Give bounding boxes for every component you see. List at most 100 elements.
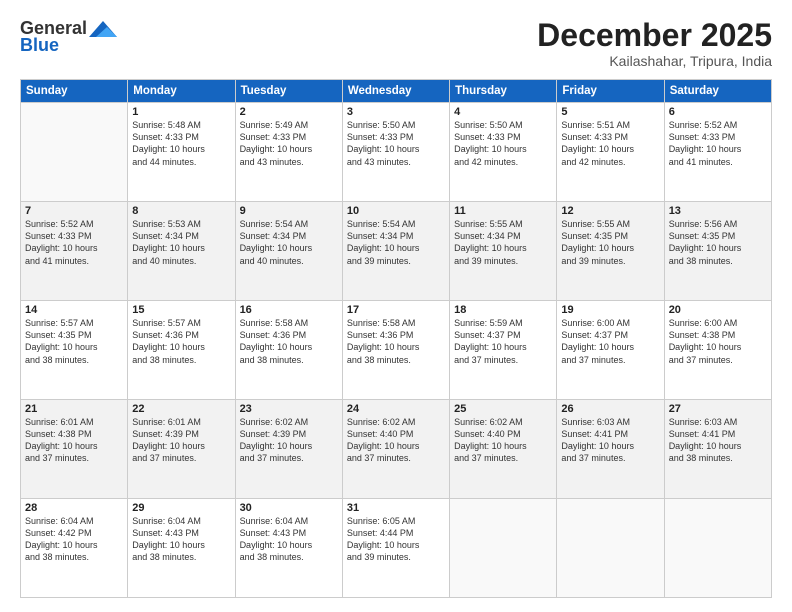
calendar-cell: 26Sunrise: 6:03 AM Sunset: 4:41 PM Dayli…: [557, 400, 664, 499]
day-number: 16: [240, 304, 338, 316]
day-info: Sunrise: 5:55 AM Sunset: 4:35 PM Dayligh…: [561, 218, 659, 267]
day-info: Sunrise: 6:03 AM Sunset: 4:41 PM Dayligh…: [669, 416, 767, 465]
day-number: 18: [454, 304, 552, 316]
day-info: Sunrise: 6:04 AM Sunset: 4:42 PM Dayligh…: [25, 515, 123, 564]
day-number: 4: [454, 106, 552, 118]
day-info: Sunrise: 6:04 AM Sunset: 4:43 PM Dayligh…: [240, 515, 338, 564]
day-info: Sunrise: 6:04 AM Sunset: 4:43 PM Dayligh…: [132, 515, 230, 564]
day-info: Sunrise: 6:01 AM Sunset: 4:39 PM Dayligh…: [132, 416, 230, 465]
day-info: Sunrise: 5:53 AM Sunset: 4:34 PM Dayligh…: [132, 218, 230, 267]
day-info: Sunrise: 5:51 AM Sunset: 4:33 PM Dayligh…: [561, 119, 659, 168]
day-number: 7: [25, 205, 123, 217]
day-info: Sunrise: 5:48 AM Sunset: 4:33 PM Dayligh…: [132, 119, 230, 168]
week-row-1: 1Sunrise: 5:48 AM Sunset: 4:33 PM Daylig…: [21, 103, 772, 202]
day-number: 15: [132, 304, 230, 316]
day-info: Sunrise: 5:57 AM Sunset: 4:35 PM Dayligh…: [25, 317, 123, 366]
day-info: Sunrise: 5:55 AM Sunset: 4:34 PM Dayligh…: [454, 218, 552, 267]
calendar-cell: 23Sunrise: 6:02 AM Sunset: 4:39 PM Dayli…: [235, 400, 342, 499]
day-number: 8: [132, 205, 230, 217]
day-info: Sunrise: 6:03 AM Sunset: 4:41 PM Dayligh…: [561, 416, 659, 465]
day-number: 11: [454, 205, 552, 217]
calendar-cell: 25Sunrise: 6:02 AM Sunset: 4:40 PM Dayli…: [450, 400, 557, 499]
day-number: 23: [240, 403, 338, 415]
logo: General Blue: [20, 18, 117, 56]
calendar-cell: 7Sunrise: 5:52 AM Sunset: 4:33 PM Daylig…: [21, 202, 128, 301]
week-row-5: 28Sunrise: 6:04 AM Sunset: 4:42 PM Dayli…: [21, 499, 772, 598]
day-number: 22: [132, 403, 230, 415]
week-row-3: 14Sunrise: 5:57 AM Sunset: 4:35 PM Dayli…: [21, 301, 772, 400]
page: General Blue December 2025 Kailashahar, …: [0, 0, 792, 612]
week-row-2: 7Sunrise: 5:52 AM Sunset: 4:33 PM Daylig…: [21, 202, 772, 301]
day-number: 17: [347, 304, 445, 316]
calendar-cell: 13Sunrise: 5:56 AM Sunset: 4:35 PM Dayli…: [664, 202, 771, 301]
col-header-wednesday: Wednesday: [342, 80, 449, 103]
day-number: 19: [561, 304, 659, 316]
day-info: Sunrise: 5:56 AM Sunset: 4:35 PM Dayligh…: [669, 218, 767, 267]
day-info: Sunrise: 5:54 AM Sunset: 4:34 PM Dayligh…: [347, 218, 445, 267]
col-header-tuesday: Tuesday: [235, 80, 342, 103]
calendar-cell: 6Sunrise: 5:52 AM Sunset: 4:33 PM Daylig…: [664, 103, 771, 202]
day-number: 29: [132, 502, 230, 514]
day-number: 6: [669, 106, 767, 118]
calendar-cell: 27Sunrise: 6:03 AM Sunset: 4:41 PM Dayli…: [664, 400, 771, 499]
day-number: 2: [240, 106, 338, 118]
day-number: 13: [669, 205, 767, 217]
day-number: 3: [347, 106, 445, 118]
calendar-cell: 15Sunrise: 5:57 AM Sunset: 4:36 PM Dayli…: [128, 301, 235, 400]
day-number: 21: [25, 403, 123, 415]
header: General Blue December 2025 Kailashahar, …: [20, 18, 772, 69]
day-info: Sunrise: 5:54 AM Sunset: 4:34 PM Dayligh…: [240, 218, 338, 267]
calendar-cell: 3Sunrise: 5:50 AM Sunset: 4:33 PM Daylig…: [342, 103, 449, 202]
calendar-cell: [21, 103, 128, 202]
logo-icon: [89, 19, 117, 39]
day-info: Sunrise: 6:02 AM Sunset: 4:40 PM Dayligh…: [454, 416, 552, 465]
calendar-cell: 11Sunrise: 5:55 AM Sunset: 4:34 PM Dayli…: [450, 202, 557, 301]
calendar-cell: 19Sunrise: 6:00 AM Sunset: 4:37 PM Dayli…: [557, 301, 664, 400]
month-title: December 2025: [537, 18, 772, 53]
day-number: 9: [240, 205, 338, 217]
calendar-cell: 22Sunrise: 6:01 AM Sunset: 4:39 PM Dayli…: [128, 400, 235, 499]
day-number: 26: [561, 403, 659, 415]
col-header-sunday: Sunday: [21, 80, 128, 103]
day-info: Sunrise: 5:52 AM Sunset: 4:33 PM Dayligh…: [25, 218, 123, 267]
day-info: Sunrise: 5:57 AM Sunset: 4:36 PM Dayligh…: [132, 317, 230, 366]
day-info: Sunrise: 6:01 AM Sunset: 4:38 PM Dayligh…: [25, 416, 123, 465]
day-info: Sunrise: 6:02 AM Sunset: 4:39 PM Dayligh…: [240, 416, 338, 465]
calendar-cell: 12Sunrise: 5:55 AM Sunset: 4:35 PM Dayli…: [557, 202, 664, 301]
logo-blue: Blue: [20, 35, 59, 56]
calendar-cell: 30Sunrise: 6:04 AM Sunset: 4:43 PM Dayli…: [235, 499, 342, 598]
calendar-cell: 2Sunrise: 5:49 AM Sunset: 4:33 PM Daylig…: [235, 103, 342, 202]
day-number: 30: [240, 502, 338, 514]
col-header-thursday: Thursday: [450, 80, 557, 103]
day-info: Sunrise: 6:00 AM Sunset: 4:37 PM Dayligh…: [561, 317, 659, 366]
calendar-cell: 8Sunrise: 5:53 AM Sunset: 4:34 PM Daylig…: [128, 202, 235, 301]
day-info: Sunrise: 6:02 AM Sunset: 4:40 PM Dayligh…: [347, 416, 445, 465]
day-info: Sunrise: 5:50 AM Sunset: 4:33 PM Dayligh…: [347, 119, 445, 168]
calendar-cell: 24Sunrise: 6:02 AM Sunset: 4:40 PM Dayli…: [342, 400, 449, 499]
calendar-cell: 28Sunrise: 6:04 AM Sunset: 4:42 PM Dayli…: [21, 499, 128, 598]
calendar-table: SundayMondayTuesdayWednesdayThursdayFrid…: [20, 79, 772, 598]
col-header-saturday: Saturday: [664, 80, 771, 103]
calendar-cell: [557, 499, 664, 598]
calendar-cell: 31Sunrise: 6:05 AM Sunset: 4:44 PM Dayli…: [342, 499, 449, 598]
calendar-cell: 29Sunrise: 6:04 AM Sunset: 4:43 PM Dayli…: [128, 499, 235, 598]
calendar-cell: [450, 499, 557, 598]
calendar-cell: 9Sunrise: 5:54 AM Sunset: 4:34 PM Daylig…: [235, 202, 342, 301]
calendar-cell: 16Sunrise: 5:58 AM Sunset: 4:36 PM Dayli…: [235, 301, 342, 400]
calendar-cell: 1Sunrise: 5:48 AM Sunset: 4:33 PM Daylig…: [128, 103, 235, 202]
day-number: 5: [561, 106, 659, 118]
day-number: 25: [454, 403, 552, 415]
day-info: Sunrise: 6:05 AM Sunset: 4:44 PM Dayligh…: [347, 515, 445, 564]
calendar-cell: 21Sunrise: 6:01 AM Sunset: 4:38 PM Dayli…: [21, 400, 128, 499]
calendar-cell: 20Sunrise: 6:00 AM Sunset: 4:38 PM Dayli…: [664, 301, 771, 400]
header-row: SundayMondayTuesdayWednesdayThursdayFrid…: [21, 80, 772, 103]
day-number: 20: [669, 304, 767, 316]
day-info: Sunrise: 5:49 AM Sunset: 4:33 PM Dayligh…: [240, 119, 338, 168]
calendar-cell: 5Sunrise: 5:51 AM Sunset: 4:33 PM Daylig…: [557, 103, 664, 202]
day-number: 1: [132, 106, 230, 118]
day-info: Sunrise: 5:59 AM Sunset: 4:37 PM Dayligh…: [454, 317, 552, 366]
calendar-cell: 18Sunrise: 5:59 AM Sunset: 4:37 PM Dayli…: [450, 301, 557, 400]
day-number: 31: [347, 502, 445, 514]
calendar-cell: 4Sunrise: 5:50 AM Sunset: 4:33 PM Daylig…: [450, 103, 557, 202]
day-number: 12: [561, 205, 659, 217]
